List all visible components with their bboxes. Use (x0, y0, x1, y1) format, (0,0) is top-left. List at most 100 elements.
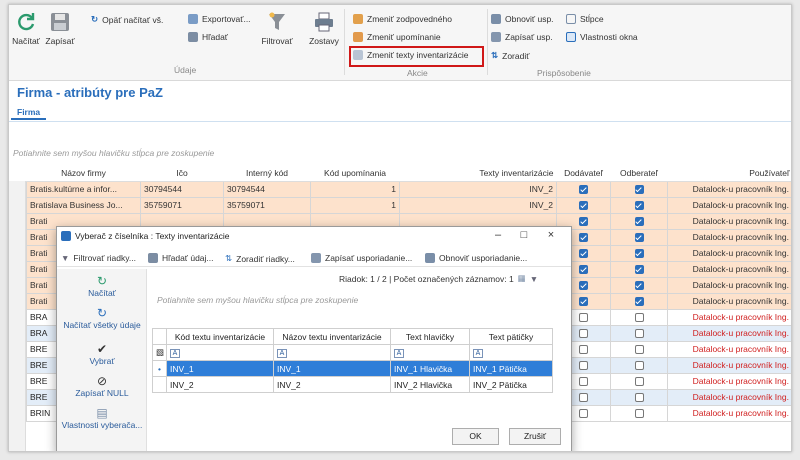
cell[interactable]: INV_1 (273, 360, 391, 377)
customer-checkbox-cell[interactable] (610, 388, 668, 406)
cell[interactable]: Datalock-u pracovník Ing. (667, 196, 791, 214)
load-all-button[interactable]: ↻ Načítať všetky údaje (57, 307, 147, 331)
customer-checkbox-cell[interactable] (610, 180, 668, 198)
ok-button[interactable]: OK (452, 428, 499, 445)
cell[interactable]: Datalock-u pracovník Ing. (667, 340, 791, 358)
refresh-layout-button[interactable]: Obnoviť usporiadanie... (425, 253, 527, 263)
write-layout-button[interactable]: Zapísať usporiadanie... (311, 253, 412, 263)
cell[interactable]: Datalock-u pracovník Ing. (667, 244, 791, 262)
checkbox[interactable] (579, 249, 588, 259)
checkbox[interactable] (579, 409, 588, 419)
cell[interactable]: Datalock-u pracovník Ing. (667, 276, 791, 294)
change-responsible-button[interactable]: Zmeniť zodpovedného (353, 14, 452, 24)
find-data-button[interactable]: Hľadať údaj... (148, 253, 214, 263)
save-button[interactable]: Zapísať (43, 11, 77, 46)
checkbox[interactable] (634, 409, 644, 419)
customer-checkbox-cell[interactable] (610, 212, 668, 230)
minimize-button[interactable]: – (488, 229, 508, 241)
cell[interactable]: 35759071 (223, 196, 311, 214)
customer-checkbox-cell[interactable] (610, 260, 668, 278)
checkbox[interactable] (579, 297, 588, 307)
checkbox[interactable] (579, 201, 588, 211)
checkbox[interactable] (579, 217, 588, 227)
cell[interactable]: INV_2 (166, 376, 274, 393)
filter-cell[interactable]: A (273, 344, 391, 361)
customer-checkbox-cell[interactable] (610, 324, 668, 342)
customer-checkbox-cell[interactable] (610, 340, 668, 358)
window-props-button[interactable]: Vlastnosti okna (566, 32, 638, 42)
checkbox[interactable] (634, 233, 644, 243)
checkbox[interactable] (634, 329, 644, 339)
checkbox[interactable] (634, 201, 644, 211)
cell[interactable]: Datalock-u pracovník Ing. (667, 324, 791, 342)
table-row[interactable]: • INV_1 INV_1 INV_1 Hlavička INV_1 Pätič… (152, 360, 553, 377)
load-button[interactable]: ↻ Načítať (57, 275, 147, 299)
table-row[interactable]: Bratislava Business Jo... 35759071 3575907… (26, 196, 791, 214)
sort-rows-button[interactable]: ⇅ Zoradiť riadky... (225, 253, 295, 264)
filter-rows-button[interactable]: ▼ Filtrovať riadky... (61, 253, 136, 263)
customer-checkbox-cell[interactable] (610, 228, 668, 246)
search-button[interactable]: Hľadať (188, 32, 228, 42)
select-button[interactable]: ✔ Vybrať (57, 343, 147, 367)
customer-checkbox-cell[interactable] (610, 292, 668, 310)
reports-button[interactable]: Zostavy (306, 11, 342, 46)
cell[interactable]: 30794544 (140, 180, 224, 198)
cell[interactable]: Datalock-u pracovník Ing. (667, 356, 791, 374)
columns-button[interactable]: Stĺpce (566, 14, 604, 24)
write-null-button[interactable]: ⊘ Zapísať NULL (57, 375, 147, 399)
column-header[interactable]: Texty inventarizácie (399, 165, 557, 182)
change-reminder-button[interactable]: Zmeniť upomínanie (353, 32, 441, 42)
cell[interactable]: Datalock-u pracovník Ing. (667, 388, 791, 406)
cell[interactable]: Datalock-u pracovník Ing. (667, 260, 791, 278)
customer-checkbox-cell[interactable] (610, 404, 668, 422)
checkbox[interactable] (579, 313, 588, 323)
cancel-button[interactable]: Zrušiť (509, 428, 561, 445)
checkbox[interactable] (634, 265, 644, 275)
checkbox[interactable] (579, 361, 588, 371)
column-header[interactable]: Ičo (140, 165, 224, 182)
customer-checkbox-cell[interactable] (610, 356, 668, 374)
checkbox[interactable] (634, 249, 644, 259)
cell[interactable]: 1 (310, 180, 400, 198)
column-header[interactable]: Kód upomínania (310, 165, 400, 182)
checkbox[interactable] (634, 313, 644, 323)
cell[interactable]: INV_2 Hlavička (390, 376, 470, 393)
filter-cell[interactable]: A (390, 344, 470, 361)
write-layout-button[interactable]: Zapísať usp. (491, 32, 553, 42)
cell[interactable]: INV_1 Hlavička (390, 360, 470, 377)
checkbox[interactable] (634, 217, 644, 227)
column-header[interactable]: Interný kód (223, 165, 311, 182)
filter-cell[interactable]: A (166, 344, 274, 361)
checkbox[interactable] (634, 377, 644, 387)
checkbox[interactable] (634, 393, 644, 403)
table-row[interactable]: INV_2 INV_2 INV_2 Hlavička INV_2 Pätička (152, 376, 553, 393)
column-header[interactable]: Odberateľ (610, 165, 668, 182)
table-row[interactable]: Bratis.kultúrne a infor... 30794544 307945… (26, 180, 791, 198)
load-button[interactable]: Načítať (11, 11, 41, 46)
col-header[interactable]: Text hlavičky (390, 328, 470, 345)
customer-checkbox-cell[interactable] (610, 308, 668, 326)
checkbox[interactable] (579, 265, 588, 275)
customer-checkbox-cell[interactable] (610, 372, 668, 390)
filter-cell[interactable]: A (469, 344, 553, 361)
sort-button[interactable]: ⇅ Zoradiť (491, 50, 529, 61)
cell[interactable]: Datalock-u pracovník Ing. (667, 372, 791, 390)
filter-button[interactable]: Filtrovať (257, 11, 297, 46)
cell[interactable]: Datalock-u pracovník Ing. (667, 404, 791, 422)
cell[interactable]: Datalock-u pracovník Ing. (667, 212, 791, 230)
checkbox[interactable] (634, 345, 644, 355)
supplier-checkbox-cell[interactable] (556, 196, 611, 214)
cell[interactable]: Datalock-u pracovník Ing. (667, 308, 791, 326)
cell[interactable]: Datalock-u pracovník Ing. (667, 228, 791, 246)
cell[interactable]: 30794544 (223, 180, 311, 198)
close-window-button[interactable]: × (541, 229, 561, 241)
customer-checkbox-cell[interactable] (610, 276, 668, 294)
cell[interactable]: INV_1 Pätička (469, 360, 553, 377)
checkbox[interactable] (579, 233, 588, 243)
cell[interactable]: Datalock-u pracovník Ing. (667, 292, 791, 310)
export-button[interactable]: Exportovať... (188, 14, 251, 24)
checkbox[interactable] (634, 297, 644, 307)
checkbox[interactable] (579, 393, 588, 403)
reload-all-button[interactable]: ↻ Opäť načítať vš. (91, 14, 163, 25)
checkbox[interactable] (634, 185, 644, 195)
